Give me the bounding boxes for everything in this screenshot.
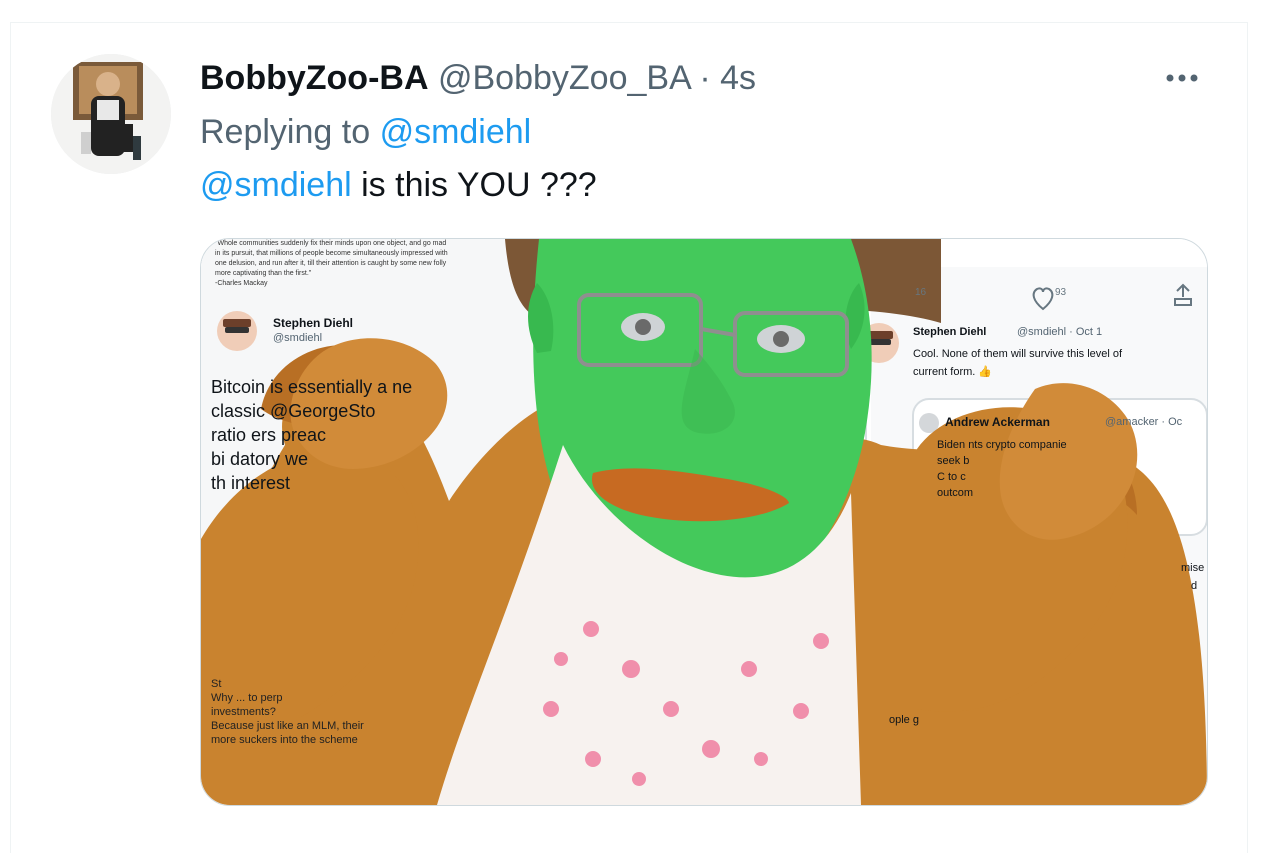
tweet-media[interactable]: "Whole communities suddenly fix their mi…	[200, 238, 1208, 806]
meta-separator: ·	[699, 59, 711, 97]
left-bottom-line-6: more suckers into the scheme	[211, 734, 358, 746]
right-quoted-line-2: seek b	[937, 455, 970, 467]
right-quoted-line-3: C to c	[937, 471, 966, 483]
left-body-line-1: Bitcoin is essentially a ne	[211, 377, 413, 397]
left-bottom-line-1: St	[211, 678, 222, 690]
right-snippet-3: ople g	[889, 714, 919, 726]
left-quote-line-2: in its pursuit, that millions of people …	[215, 250, 448, 257]
author-handle[interactable]: @BobbyZoo_BA	[438, 59, 690, 97]
right-quoted-line-1: Biden nts crypto companie	[937, 439, 1067, 451]
right-quoted-line-4: outcom	[937, 487, 974, 499]
left-body-line-2: classic @GeorgeSto	[211, 401, 376, 421]
tweet-timestamp[interactable]: 4s	[720, 59, 756, 97]
right-snippet-2: d	[1191, 580, 1198, 592]
left-body-line-4: bi datory we	[211, 449, 309, 469]
left-quote-line-1: "Whole communities suddenly fix their mi…	[215, 240, 447, 247]
body-mention[interactable]: @smdiehl	[200, 166, 352, 204]
right-tweet-name: Stephen Diehl	[913, 326, 987, 338]
more-horizontal-icon	[1166, 74, 1198, 82]
left-bottom-line-3: investments?	[211, 706, 276, 718]
retweet-count: 16	[915, 287, 927, 298]
right-tweet-text-2: current form. 👍	[913, 366, 993, 378]
right-snippet-1: mise	[1181, 562, 1205, 574]
like-count: 93	[1055, 287, 1067, 298]
replying-to-mention[interactable]: @smdiehl	[380, 113, 532, 151]
author-name[interactable]: BobbyZoo-BA	[200, 59, 429, 97]
replying-prefix: Replying to	[200, 113, 371, 151]
left-body-line-3: ratio ers preac	[211, 425, 327, 445]
right-quoted-name: Andrew Ackerman	[945, 415, 1050, 429]
tweet-text: @smdiehl is this YOU ???	[200, 163, 597, 207]
left-tweet-handle: @smdiehl	[273, 332, 323, 344]
author-avatar[interactable]	[51, 54, 171, 174]
tweet-meta: BobbyZoo-BA @BobbyZoo_BA · 4s	[200, 56, 756, 100]
left-body-line-5: th interest	[211, 473, 291, 493]
left-quote-line-4: more captivating than the first."	[215, 270, 312, 277]
left-bottom-line-5: Because just like an MLM, their	[211, 720, 364, 732]
more-options-button[interactable]	[1160, 58, 1204, 98]
left-quote-line-3: one delusion, and run after it, till the…	[215, 260, 447, 267]
body-text: is this YOU ???	[361, 166, 597, 204]
right-quoted-handle: @amacker · Oc	[1105, 416, 1183, 428]
replying-to-line: Replying to @smdiehl	[200, 110, 531, 154]
left-bottom-line-2: Why ... to perp	[211, 692, 283, 704]
left-quote-line-5: -Charles Mackay	[215, 280, 268, 287]
right-tweet-handle: @smdiehl · Oct 1	[1017, 326, 1103, 338]
right-tweet-text-1: Cool. None of them will survive this lev…	[913, 348, 1123, 360]
left-tweet-name: Stephen Diehl	[273, 316, 354, 330]
